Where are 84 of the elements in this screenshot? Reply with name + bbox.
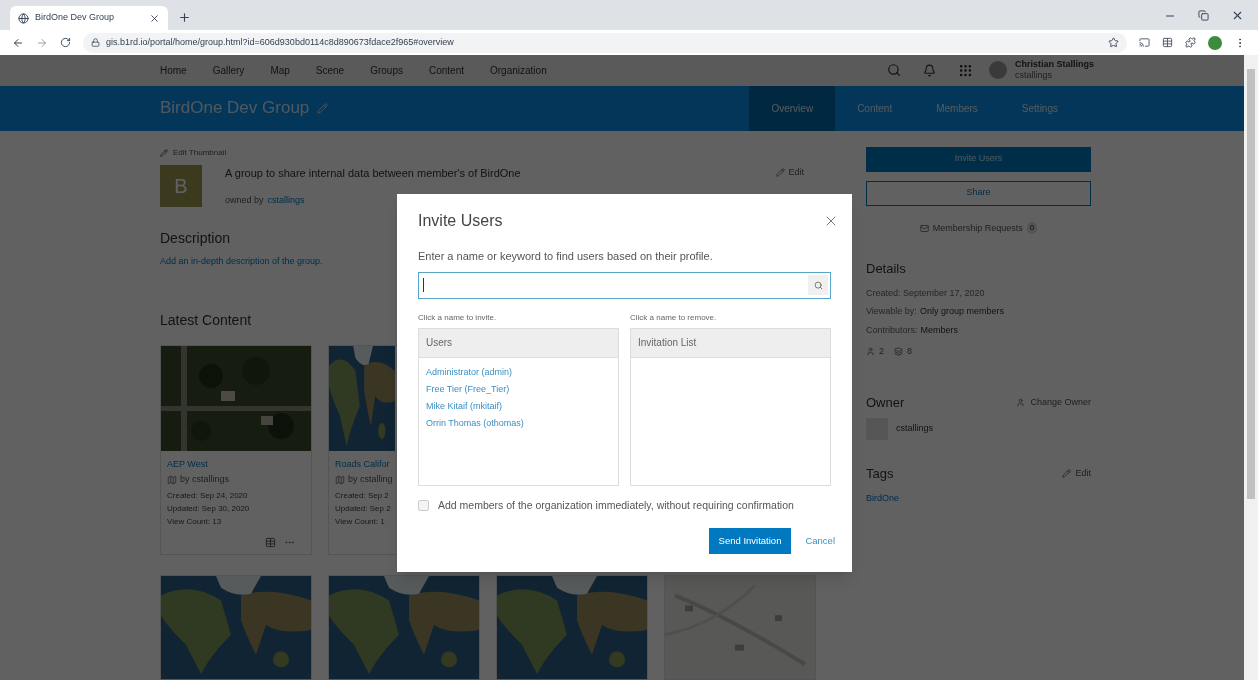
nav-link[interactable]: Content — [429, 62, 464, 78]
new-tab-icon[interactable] — [178, 11, 191, 24]
group-title: BirdOne Dev Group — [160, 97, 310, 120]
cast-icon[interactable] — [1139, 37, 1150, 48]
user-link[interactable]: Administrator (admin) — [426, 365, 611, 379]
group-summary: A group to share internal data between member's of BirdOne — [225, 165, 522, 181]
description-heading: Description — [160, 228, 232, 248]
member-count: 2 — [879, 345, 884, 358]
user-search-field[interactable] — [418, 271, 831, 299]
latest-content-heading: Latest Content — [160, 311, 252, 330]
user-icon — [1016, 397, 1026, 407]
remove-hint: Click a name to remove. — [630, 311, 718, 324]
nav-link[interactable]: Home — [160, 62, 187, 78]
card-title[interactable]: AEP West — [167, 458, 208, 471]
map-icon — [167, 474, 177, 485]
invite-hint: Click a name to invite. — [418, 311, 498, 324]
checkbox[interactable] — [418, 499, 429, 511]
user-link[interactable]: Orrin Thomas (othomas) — [426, 416, 611, 430]
search-button[interactable] — [808, 275, 828, 295]
nav-link[interactable]: Map — [270, 62, 290, 78]
group-tab[interactable]: Settings — [999, 85, 1080, 131]
edit-link[interactable]: Edit — [1075, 467, 1091, 481]
search-prompt: Enter a name or keyword to find users based on their profile. — [418, 249, 714, 264]
card-views: View Count: 1 — [335, 516, 385, 528]
back-icon[interactable] — [12, 36, 24, 49]
user-link[interactable]: Free Tier (Free_Tier) — [426, 382, 611, 396]
apps-icon[interactable] — [958, 62, 973, 78]
search-icon[interactable] — [887, 63, 901, 78]
reload-icon[interactable] — [60, 37, 71, 48]
owner-username[interactable]: cstallings — [896, 422, 933, 436]
close-icon[interactable] — [1231, 9, 1244, 22]
owner-heading: Owner — [866, 393, 906, 412]
mail-icon — [919, 223, 929, 233]
address-bar[interactable]: gis.b1rd.io/portal/home/group.html?id=606d930bd0114c8d890673fdace2f965#overview — [83, 32, 1127, 53]
bell-icon[interactable] — [923, 63, 936, 77]
cancel-link[interactable]: Cancel — [805, 534, 835, 549]
checkbox-label: Add members of the organization immediately, without requiring confirmation — [438, 497, 794, 513]
table-icon[interactable] — [265, 537, 276, 548]
nav-link[interactable]: Scene — [315, 62, 345, 78]
user-icon — [866, 347, 875, 357]
contributors-value: Members — [920, 323, 959, 337]
url-text: gis.b1rd.io/portal/home/group.html?id=606d930bd0114c8d890673fdace2f965#overview — [106, 35, 454, 49]
change-owner-link[interactable]: Change Owner — [1030, 395, 1091, 409]
viewable-value: Only group members — [919, 305, 1004, 318]
globe-icon — [18, 12, 29, 24]
pencil-icon — [160, 148, 168, 157]
list-header: Users — [426, 336, 453, 350]
user-link[interactable]: Mike Kitaif (mkitaif) — [426, 399, 611, 413]
user-name: Christian Stallings — [1015, 59, 1094, 71]
nav-link[interactable]: Gallery — [212, 62, 245, 78]
search-icon — [813, 280, 823, 290]
puzzle-icon[interactable] — [1185, 37, 1196, 48]
group-thumbnail: B — [160, 164, 202, 207]
group-tab[interactable]: Content — [835, 85, 915, 131]
group-tab[interactable]: Overview — [749, 85, 836, 131]
owner-link[interactable]: cstallings — [267, 194, 305, 208]
restore-icon[interactable] — [1198, 10, 1209, 21]
tags-heading: Tags — [866, 465, 895, 483]
card-views: View Count: 13 — [167, 516, 222, 528]
tag-link[interactable]: BirdOne — [866, 491, 1091, 505]
profile-avatar[interactable] — [1208, 35, 1222, 50]
group-tab[interactable]: Members — [914, 85, 1000, 131]
pencil-icon — [1062, 469, 1072, 479]
close-icon[interactable] — [149, 12, 160, 24]
star-icon[interactable] — [1108, 37, 1119, 48]
pencil-icon — [776, 168, 786, 178]
tab-title: BirdOne Dev Group — [35, 11, 116, 25]
nav-link[interactable]: Organization — [490, 62, 547, 78]
edit-link[interactable]: Edit — [788, 166, 804, 180]
nav-link[interactable]: Groups — [370, 62, 403, 78]
card-title[interactable]: Roads Califor — [335, 458, 390, 471]
card-updated: Updated: Sep 2 — [335, 503, 391, 515]
browser-tab[interactable]: BirdOne Dev Group — [10, 6, 168, 30]
lock-icon — [91, 38, 100, 47]
share-button[interactable]: Share — [866, 180, 1091, 206]
extension-icon[interactable] — [1162, 37, 1173, 48]
details-heading: Details — [866, 260, 907, 278]
dialog-title: Invite Users — [418, 211, 503, 231]
send-invitation-button[interactable]: Send Invitation — [708, 528, 792, 555]
layers-icon — [894, 347, 903, 357]
map-icon — [335, 474, 345, 485]
list-header: Invitation List — [638, 336, 697, 350]
invite-users-button[interactable]: Invite Users — [866, 146, 1091, 172]
scrollbar-thumb[interactable] — [1247, 69, 1255, 499]
